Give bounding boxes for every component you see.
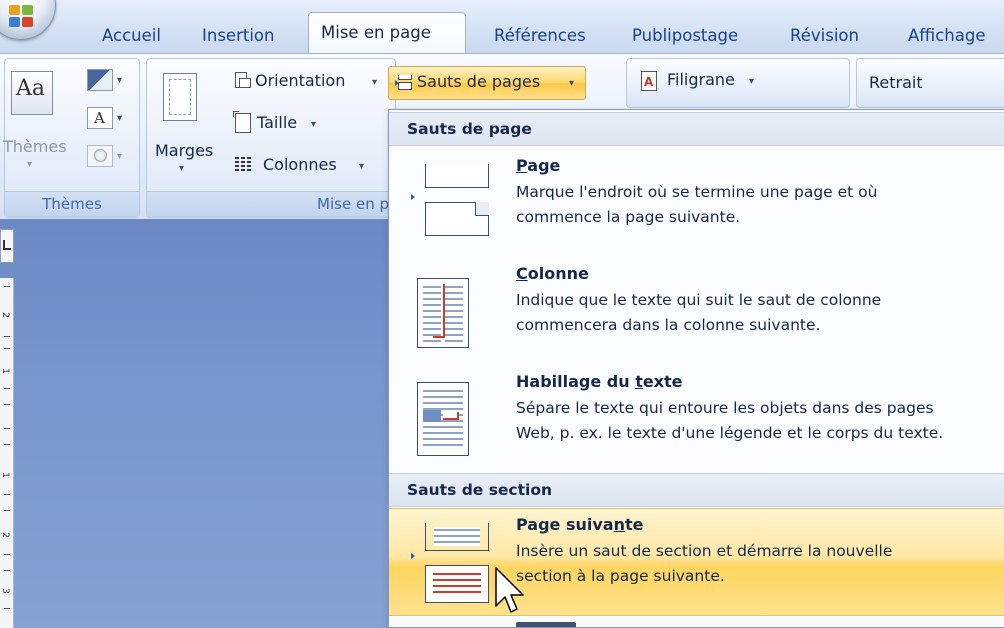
menu-item-title: Page suivante [516,515,644,534]
tab-accueil[interactable]: Accueil [90,19,173,53]
menu-item-description: Insère un saut de section et démarre la … [516,542,893,585]
themes-group: Aa Thèmes ▾ ▾ A ▾ ▾ Thèmes [3,58,140,218]
page-background-group: A Filigrane ▾ [626,58,850,108]
indent-label: Retrait [869,73,923,92]
ruler-number: 2 [0,312,10,318]
margins-arrow-icon[interactable]: ▾ [179,163,184,174]
size-icon[interactable] [233,111,251,133]
tab-selector-icon[interactable] [0,229,14,263]
watermark-button-label[interactable]: Filigrane [667,70,735,89]
theme-effects-arrow-icon[interactable]: ▾ [117,151,122,162]
themes-button-label[interactable]: Thèmes [3,137,67,156]
ruler-number: 2 [0,532,10,538]
columns-icon[interactable] [235,157,253,171]
orientation-button-label[interactable]: Orientation [255,71,345,90]
ruler-number: 1 [0,368,10,374]
tab-affichage[interactable]: Affichage [896,19,998,53]
menu-item-title: Habillage du texte [516,372,683,391]
themes-icon-text: Aa [16,76,46,101]
orientation-arrow-icon[interactable]: ▾ [372,77,377,88]
theme-colors-arrow-icon[interactable]: ▾ [117,75,122,86]
office-logo-icon [9,5,35,27]
tab-revision[interactable]: Révision [778,19,871,53]
page-breaks-section-header: Sauts de page [389,112,1004,146]
page-breaks-button-label: Sauts de pages [417,72,541,91]
mouse-cursor-icon [495,567,524,613]
tab-insertion[interactable]: Insertion [190,19,286,53]
page-setup-group-label: Mise en p [147,191,395,217]
margins-icon[interactable] [163,73,197,121]
menu-item-continuous[interactable] [389,616,1004,627]
page-break-icon [411,164,495,236]
menu-item-title-cutoff [516,622,576,627]
text-wrapping-icon [417,382,473,458]
watermark-arrow-icon[interactable]: ▾ [749,76,754,87]
theme-fonts-icon-text: A [94,109,105,127]
page-breaks-dropdown: Sauts de page Page Marque l'endroit où s… [388,109,1004,628]
tab-publipostage[interactable]: Publipostage [620,19,750,53]
size-arrow-icon[interactable]: ▾ [311,119,316,130]
paragraph-group: Retrait [856,58,1004,108]
menu-item-text-wrapping[interactable]: Habillage du texte Sépare le texte qui e… [389,362,1004,478]
page-breaks-icon [395,75,413,91]
theme-fonts-arrow-icon[interactable]: ▾ [117,113,122,124]
column-break-icon [417,278,473,350]
page-breaks-arrow-icon: ▾ [569,78,575,89]
columns-arrow-icon[interactable]: ▾ [359,161,364,172]
menu-item-title: Page [516,156,561,175]
menu-item-next-page[interactable]: Page suivante Insère un saut de section … [389,508,1004,616]
tab-references[interactable]: Références [482,19,598,53]
size-button-label[interactable]: Taille [257,113,297,132]
page-breaks-button[interactable]: Sauts de pages ▾ [388,66,586,100]
themes-group-label: Thèmes [5,191,139,217]
theme-colors-icon[interactable] [87,69,113,91]
tab-mise-en-page[interactable]: Mise en page [308,12,466,54]
menu-item-column[interactable]: Colonne Indique que le texte qui suit le… [389,254,1004,362]
menu-item-title: Colonne [516,264,589,283]
columns-button-label[interactable]: Colonnes [263,155,337,174]
themes-icon[interactable]: Aa [11,71,53,115]
next-page-icon [411,523,495,605]
themes-dropdown-arrow-icon[interactable]: ▾ [27,159,32,170]
ribbon-tab-bar: Accueil Insertion Mise en page Référence… [0,0,1004,54]
theme-effects-icon[interactable] [87,145,113,167]
margins-button-label[interactable]: Marges [155,141,213,160]
section-breaks-section-header: Sauts de section [389,473,1004,507]
menu-item-description: Indique que le texte qui suit le saut de… [516,291,882,334]
page-setup-group: Marges ▾ Orientation ▾ Taille ▾ Colonnes… [146,58,396,218]
menu-item-description: Sépare le texte qui entoure les objets d… [516,399,944,442]
menu-item-page[interactable]: Page Marque l'endroit où se termine une … [389,146,1004,254]
theme-fonts-icon[interactable]: A [87,107,113,129]
office-button[interactable] [0,0,56,40]
watermark-icon[interactable]: A [641,71,657,91]
menu-item-description: Marque l'endroit où se termine une page … [516,183,878,226]
ruler-number: 1 [0,472,10,478]
ruler-number: 3 [0,588,10,594]
orientation-icon[interactable] [233,71,251,91]
vertical-ruler[interactable]: 2 1 1 2 3 [0,278,14,628]
